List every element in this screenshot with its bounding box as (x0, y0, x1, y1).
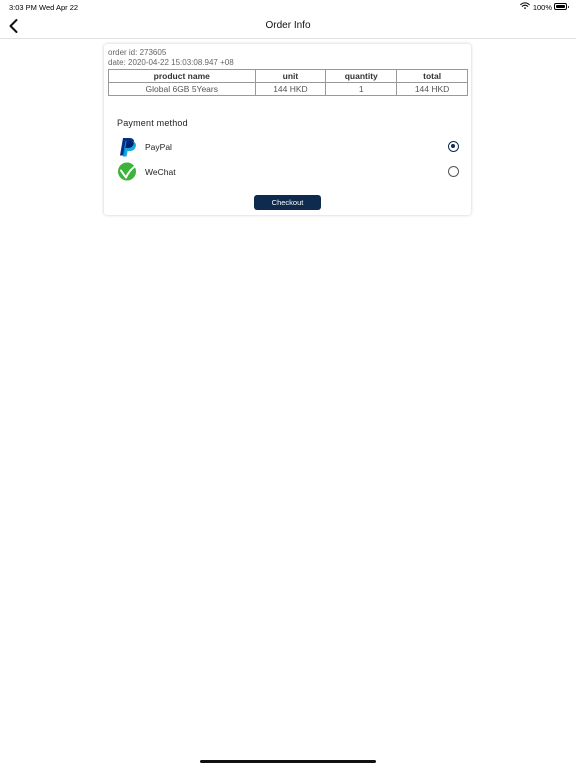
status-bar: 3:03 PM Wed Apr 22 100% (0, 0, 576, 14)
order-table: product name unit quantity total Global … (108, 69, 468, 96)
battery-icon (554, 3, 569, 10)
wechat-logo-icon (118, 162, 136, 181)
table-header-row: product name unit quantity total (108, 69, 468, 83)
home-indicator[interactable] (200, 760, 376, 763)
battery-percent: 100% (532, 3, 552, 12)
column-header-quantity: quantity (325, 69, 398, 83)
paypal-logo-icon (120, 138, 136, 157)
wifi-icon (520, 2, 530, 10)
page-title: Order Info (265, 20, 311, 31)
payment-label-wechat: WeChat (145, 167, 176, 177)
cell-unit: 144 HKD (254, 82, 327, 96)
status-time: 3:03 PM Wed Apr 22 (9, 3, 79, 12)
table-row: Global 6GB 5Years 144 HKD 1 144 HKD (108, 82, 468, 96)
column-header-product-name: product name (108, 69, 256, 83)
cell-quantity: 1 (325, 82, 398, 96)
radio-wechat[interactable] (448, 166, 459, 177)
payment-option-paypal[interactable]: PayPal (104, 136, 471, 158)
column-header-unit: unit (254, 69, 327, 83)
payment-label-paypal: PayPal (145, 142, 172, 152)
order-id: order id: 273605 (108, 48, 167, 57)
payment-method-title: Payment method (117, 118, 188, 128)
radio-paypal-selected[interactable] (448, 141, 459, 152)
payment-option-wechat[interactable]: WeChat (104, 161, 471, 183)
cell-total: 144 HKD (396, 82, 468, 96)
cell-product-name: Global 6GB 5Years (108, 82, 256, 96)
navigation-bar: Order Info (0, 14, 576, 39)
order-date: date: 2020-04-22 15:03:08.947 +08 (108, 58, 234, 67)
order-card: order id: 273605 date: 2020-04-22 15:03:… (104, 44, 471, 215)
checkout-button[interactable]: Checkout (254, 195, 321, 210)
column-header-total: total (396, 69, 468, 83)
